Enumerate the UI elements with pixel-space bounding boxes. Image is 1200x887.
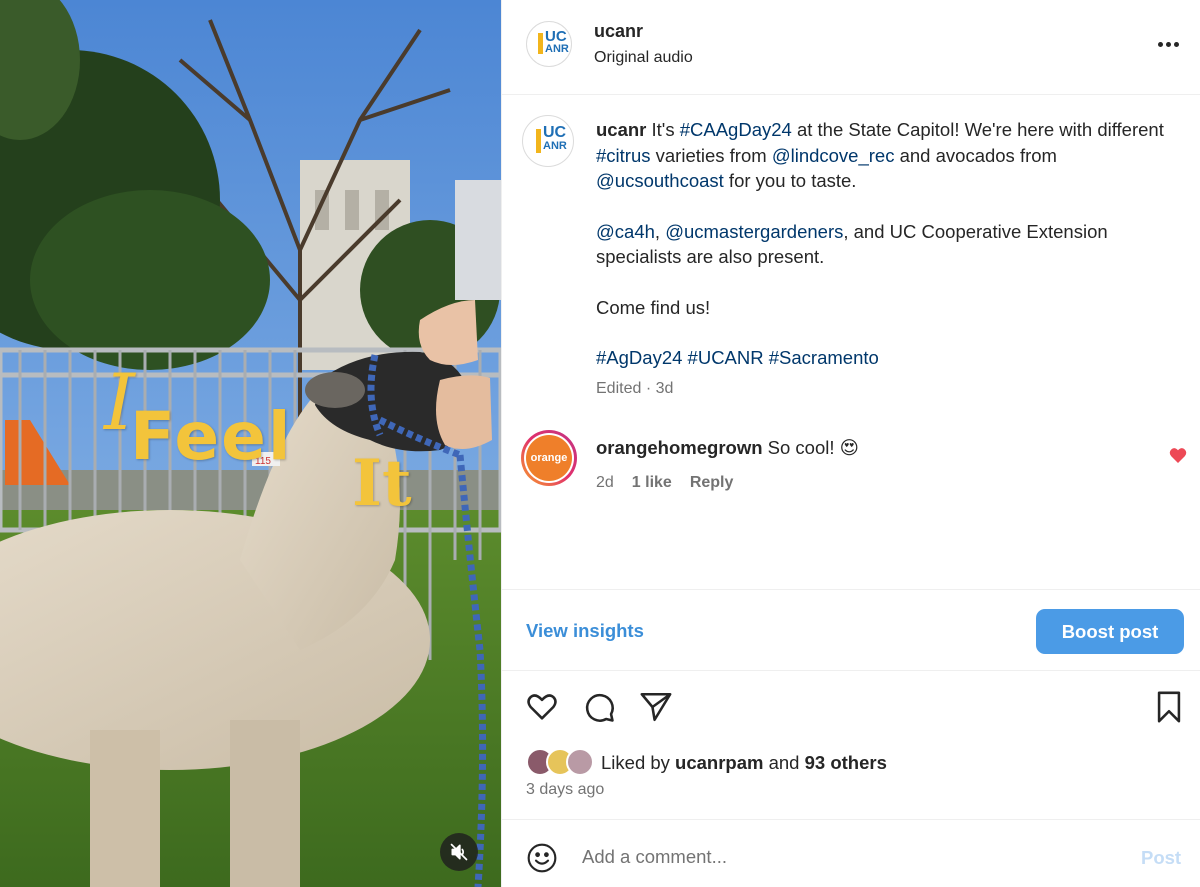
emoji-icon[interactable] [526,842,558,874]
boost-post-button[interactable]: Boost post [1036,609,1184,654]
caption-logo-anr: ANR [543,140,567,152]
liked-by-others[interactable]: 93 others [805,752,887,773]
post-header: UC ANR ucanr Original audio [502,0,1200,95]
mention-ucsouthcoast[interactable]: @ucsouthcoast [596,170,724,191]
comment-reply-button[interactable]: Reply [690,474,734,492]
add-comment-bar: Post [502,821,1200,887]
comment-likes[interactable]: 1 like [632,474,672,492]
caption-timestamp: Edited · 3d [596,380,674,397]
post-media[interactable]: 115 I Feel It [0,0,501,887]
post-actions: Liked by ucanrpam and 93 others 3 days a… [502,672,1200,820]
overlay-text-feel: Feel [130,398,293,475]
liker-avatars [526,747,601,777]
heart-filled-icon[interactable] [1169,447,1187,464]
post-comment-button[interactable]: Post [1141,847,1181,869]
mute-button[interactable] [440,833,478,871]
caption-author-avatar[interactable]: UC ANR [522,115,574,167]
post-panel: UC ANR ucanr Original audio UC ANR ucanr… [501,0,1200,887]
speaker-muted-icon [450,843,468,861]
comment-item: orange orangehomegrown So cool! 😍 2d 1 l… [502,420,1200,500]
hashtag-agday24[interactable]: #AgDay24 [596,347,682,368]
hashtag-ucanr[interactable]: #UCANR [688,347,764,368]
ucanr-logo-bar [538,33,543,54]
logo-text-anr: ANR [545,43,569,55]
insights-bar: View insights Boost post [502,589,1200,671]
view-insights-link[interactable]: View insights [526,620,644,642]
likes-summary: Liked by ucanrpam and 93 others [526,747,1166,777]
caption-paragraph-2: @ca4h, @ucmastergardeners, and UC Cooper… [596,220,1108,268]
share-icon[interactable] [639,690,673,724]
post-timestamp: 3 days ago [526,781,605,798]
hashtag-caagday24[interactable]: #CAAgDay24 [680,119,792,140]
bookmark-icon[interactable] [1154,690,1184,724]
ellipsis-icon [1157,41,1163,47]
caption-hashtags: #AgDay24 #UCANR #Sacramento [596,345,1176,371]
author-username[interactable]: ucanr [594,21,643,42]
mention-ucmastergardeners[interactable]: @ucmastergardeners [665,221,843,242]
comment-icon[interactable] [582,690,616,724]
comment-time: 2d [596,474,614,491]
caption-text: ucanr It's #CAAgDay24 at the State Capit… [596,117,1176,396]
liker-avatar[interactable] [566,748,594,776]
hashtag-citrus[interactable]: #citrus [596,145,651,166]
author-avatar[interactable]: UC ANR [526,21,572,67]
caption-username[interactable]: ucanr [596,119,646,140]
caption-paragraph-1: ucanr It's #CAAgDay24 at the State Capit… [596,119,1164,191]
logo-text-uc: UC [545,28,567,45]
heart-icon[interactable] [525,690,559,724]
audio-label[interactable]: Original audio [594,49,693,67]
commenter-username[interactable]: orangehomegrown [596,437,763,458]
comment-meta: 2d 1 like Reply [596,474,733,492]
hashtag-sacramento[interactable]: #Sacramento [769,347,879,368]
mention-lindcove-rec[interactable]: @lindcove_rec [772,145,895,166]
comment-body: So cool! 😍 [762,437,859,458]
overlay-text-it: It [352,446,412,521]
comment-input[interactable] [582,843,1122,871]
caption-logo-uc: UC [543,124,567,141]
more-options-button[interactable] [1154,34,1182,54]
comment-text: orangehomegrown So cool! 😍 [596,437,859,459]
commenter-avatar[interactable]: orange [521,430,577,486]
mention-ca4h[interactable]: @ca4h [596,221,655,242]
liked-by-user[interactable]: ucanrpam [675,752,763,773]
liked-by-text[interactable]: Liked by ucanrpam and 93 others [601,752,887,774]
caption-paragraph-3: Come find us! [596,296,711,318]
commenter-avatar-label: orange [526,435,572,481]
